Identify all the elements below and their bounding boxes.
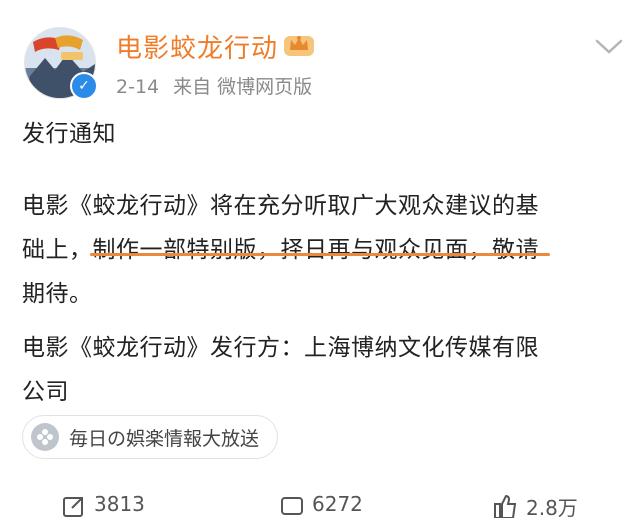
post-meta: 2-14 来自 微博网页版 — [116, 72, 312, 99]
thumbs-up-icon — [494, 494, 517, 518]
post-body: 电影《蛟龙行动》将在充分听取广大观众建议的基 础上，制作一部特别版，择日再与观众… — [22, 184, 622, 316]
repost-count: 3813 — [94, 492, 145, 516]
post-source: 来自 微博网页版 — [173, 76, 313, 98]
highlight-underline — [90, 253, 550, 256]
repost-icon — [63, 497, 83, 517]
like-button[interactable]: 2.8万 — [492, 492, 578, 521]
body-line: 础上，制作一部特别版，择日再与观众见面，敬请 — [22, 237, 539, 263]
repost-button[interactable]: 3813 — [62, 492, 145, 518]
post-title: 发行通知 — [22, 121, 116, 147]
comment-button[interactable]: 6272 — [280, 492, 363, 518]
body-line: 期待。 — [22, 281, 93, 307]
flower-icon — [31, 423, 59, 451]
topic-label: 毎日の娯楽情報大放送 — [69, 427, 260, 450]
body-line: 电影《蛟龙行动》发行方：上海博纳文化传媒有限 — [22, 335, 539, 361]
comment-count: 6272 — [312, 492, 363, 516]
chevron-down-icon[interactable] — [594, 38, 624, 56]
publisher-text: 电影《蛟龙行动》发行方：上海博纳文化传媒有限 公司 — [22, 326, 622, 414]
action-bar: 3813 6272 2.8万 — [0, 492, 640, 521]
author-name[interactable]: 电影蛟龙行动 — [116, 28, 278, 65]
like-count: 2.8万 — [526, 496, 578, 520]
verified-badge-icon: ✓ — [70, 72, 98, 100]
topic-chip[interactable]: 毎日の娯楽情報大放送 — [22, 415, 279, 459]
crown-icon — [284, 36, 314, 56]
body-line: 电影《蛟龙行动》将在充分听取广大观众建议的基 — [22, 193, 539, 219]
comment-icon — [281, 497, 303, 515]
body-line: 公司 — [22, 379, 69, 405]
post-date: 2-14 — [116, 76, 160, 98]
